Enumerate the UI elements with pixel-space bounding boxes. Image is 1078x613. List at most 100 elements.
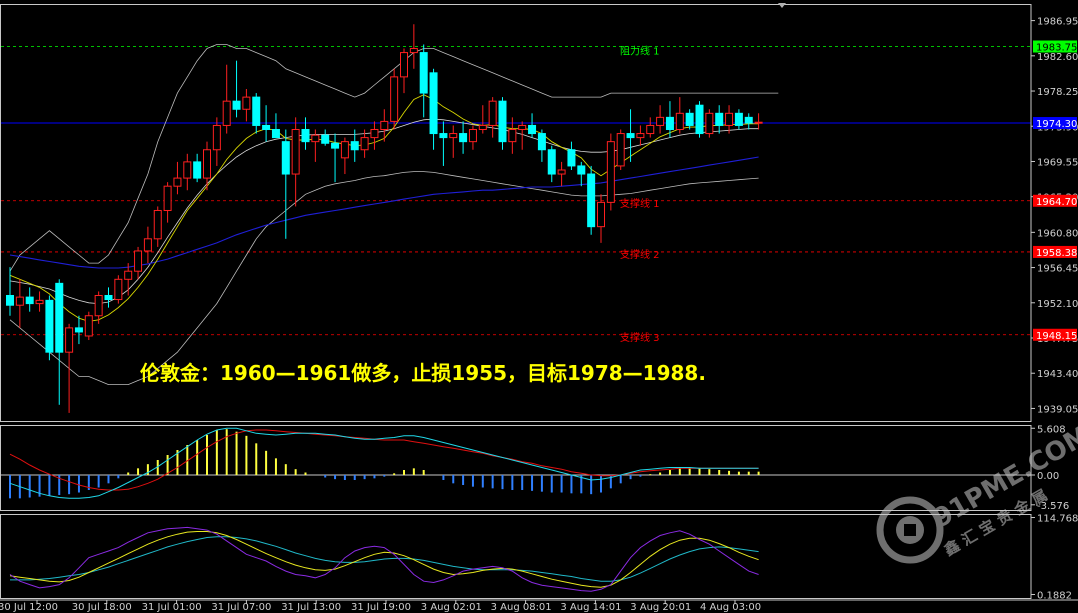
candlestick <box>744 113 753 130</box>
candlestick <box>429 68 438 150</box>
candlestick <box>567 141 576 170</box>
level-price-tag-text: 1948.15 <box>1036 331 1077 342</box>
candlestick <box>124 263 133 296</box>
oscillator-cyan-line <box>9 427 759 499</box>
candlestick <box>656 105 665 134</box>
level-line-label: 支撑线 2 <box>620 248 660 261</box>
current-price-tag-text: 1974.30 <box>1036 119 1077 130</box>
candlestick <box>281 129 290 239</box>
candlestick <box>183 153 192 191</box>
level-price-tag-text: 1964.70 <box>1036 197 1077 208</box>
candlestick <box>252 93 261 134</box>
candlestick <box>675 97 684 134</box>
candlestick <box>449 125 458 158</box>
candlestick <box>212 117 221 166</box>
candlestick <box>547 145 556 183</box>
price-axis-label: 1978.25 <box>1037 87 1078 98</box>
candlestick <box>232 60 241 118</box>
trading-chart-window: 阻力线 1 支撑线 1 支撑线 2 支撑线 3 1986.95 1982.60 1978.… <box>0 0 1078 613</box>
bollinger-middle-line <box>9 118 759 305</box>
candlestick <box>459 121 468 154</box>
candlestick <box>6 267 14 316</box>
candlestick <box>25 287 34 312</box>
candlestick <box>695 101 704 138</box>
candlestick <box>321 129 330 146</box>
annotation-text: 伦敦金：1960—1961做多，止损1955，目标1978—1988. <box>140 361 706 385</box>
candlestick <box>173 161 182 195</box>
time-axis-label: 31 Jul 19:00 <box>351 602 411 613</box>
candlestick <box>74 315 83 345</box>
candlestick <box>134 246 143 280</box>
candlestick <box>222 64 231 134</box>
candlestick <box>597 194 605 243</box>
candlestick <box>163 182 172 223</box>
candlestick <box>616 129 625 170</box>
price-axis-label: 1939.05 <box>1037 404 1078 415</box>
time-axis-label: 4 Aug 03:00 <box>700 602 761 613</box>
candlestick <box>439 121 448 166</box>
time-axis-label: 3 Aug 08:01 <box>491 602 552 613</box>
time-axis-label: 31 Jul 07:00 <box>211 602 271 613</box>
level-line-label: 阻力线 1 <box>620 45 660 58</box>
candlestick <box>725 105 734 134</box>
candlestick <box>636 125 645 146</box>
price-axis-label: 1969.55 <box>1037 157 1078 168</box>
candlestick <box>301 117 310 150</box>
candlestick <box>734 109 743 130</box>
level-line-label: 支撑线 3 <box>620 331 660 344</box>
candlestick <box>271 113 280 139</box>
candlestick <box>419 44 428 118</box>
candlestick <box>715 105 724 134</box>
candlestick <box>488 97 497 138</box>
candlestick <box>685 109 694 130</box>
oscillator-red-line <box>9 429 759 491</box>
price-axis-label: 1986.95 <box>1037 17 1078 28</box>
time-axis-label: 31 Jul 13:00 <box>281 602 341 613</box>
level-price-tag-text: 1983.75 <box>1036 43 1077 54</box>
candlestick <box>754 113 763 130</box>
candlestick <box>537 129 546 162</box>
candlestick <box>340 137 349 175</box>
candlestick <box>606 133 615 211</box>
candlestick <box>153 206 162 247</box>
candlestick <box>45 295 54 361</box>
chart-canvas: 阻力线 1支撑线 1支撑线 2支撑线 3 1986.951982.601978.… <box>0 3 1078 613</box>
price-axis-label: 1960.80 <box>1037 228 1078 239</box>
candlestick <box>577 161 586 187</box>
price-axis-label: 1956.45 <box>1037 264 1078 275</box>
level-line-label: 支撑线 1 <box>620 197 660 210</box>
candlestick <box>626 109 635 162</box>
candlestick <box>193 153 202 183</box>
candlestick <box>498 97 507 150</box>
top-scroll-indicator-icon <box>778 3 786 8</box>
candlestick <box>400 48 408 94</box>
candlestick <box>587 165 596 235</box>
candlestick <box>65 323 74 413</box>
candlestick <box>291 117 300 207</box>
candlestick <box>478 105 487 134</box>
candlestick <box>15 279 24 328</box>
time-axis-label: 3 Aug 14:01 <box>560 602 621 613</box>
candlestick <box>242 89 251 122</box>
candlestick <box>557 161 566 187</box>
candlestick <box>143 226 152 264</box>
stochastic-axis-label: 114.768 <box>1037 514 1078 525</box>
candlestick <box>390 68 399 130</box>
candlestick <box>370 121 379 150</box>
candlestick <box>84 311 93 341</box>
candlestick <box>468 125 477 150</box>
candlestick <box>646 117 655 138</box>
candlestick <box>114 275 123 304</box>
time-axis-label: 30 Jul 18:00 <box>72 602 132 613</box>
candlestick <box>705 109 714 138</box>
candlestick <box>331 133 340 183</box>
price-axis-label: 1943.40 <box>1037 369 1078 380</box>
stochastic-panel <box>0 514 1032 599</box>
candlestick <box>380 109 389 142</box>
price-axis-label: 1952.10 <box>1037 299 1078 310</box>
candlestick <box>35 291 44 312</box>
candlestick <box>104 287 113 308</box>
candlestick <box>55 279 64 405</box>
level-price-tag-text: 1958.38 <box>1036 248 1077 259</box>
stochastic-axis-label: 0.1882 <box>1037 591 1072 602</box>
